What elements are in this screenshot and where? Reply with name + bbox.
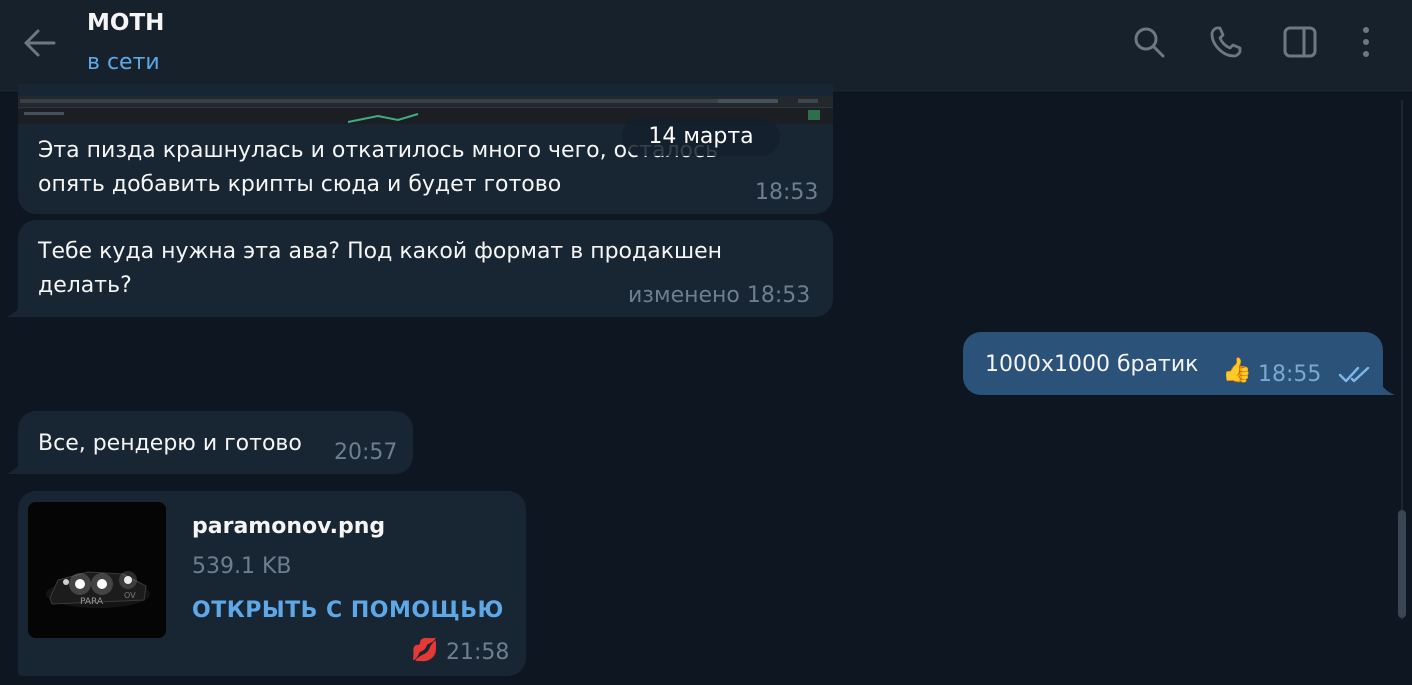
message-time: 18:53 — [755, 180, 819, 205]
bubble-tail — [6, 302, 22, 317]
call-button[interactable] — [1204, 20, 1248, 64]
chat-status: в сети — [87, 50, 160, 75]
more-vertical-icon — [1363, 27, 1369, 57]
message-text: Все, рендерю и готово — [38, 431, 302, 456]
search-button[interactable] — [1127, 20, 1171, 64]
file-size: 539.1 KB — [192, 554, 292, 579]
message-meta: изменено 18:53 — [628, 283, 810, 308]
file-thumbnail[interactable]: PARA OV — [28, 502, 166, 638]
scrollbar-thumb[interactable] — [1398, 510, 1406, 618]
sidebar-toggle-icon — [1283, 26, 1317, 58]
svg-text:OV: OV — [124, 591, 136, 600]
message-text: 1000x1000 братик — [985, 352, 1199, 377]
bubble-tail — [1379, 380, 1395, 395]
chat-header: МОТН в сети — [0, 0, 1412, 93]
back-button[interactable] — [18, 22, 60, 64]
bubble-tail — [6, 459, 22, 474]
chat-title[interactable]: МОТН — [87, 10, 164, 36]
phone-icon — [1210, 26, 1242, 58]
message-list[interactable]: Эта пизда крашнулась и откатилось много … — [0, 84, 1412, 685]
back-arrow-icon — [24, 29, 56, 57]
toggle-sidebar-button[interactable] — [1278, 20, 1322, 64]
car-render-image: PARA OV — [28, 502, 166, 638]
message-time: 18:53 — [746, 283, 811, 308]
search-icon — [1134, 27, 1165, 58]
more-options-button[interactable] — [1344, 20, 1388, 64]
message-time: 20:57 — [334, 440, 398, 465]
kiss-reaction[interactable]: 💋 — [411, 638, 438, 663]
svg-text:PARA: PARA — [80, 597, 104, 607]
open-with-button[interactable]: ОТКРЫТЬ С ПОМОЩЬЮ — [192, 598, 504, 623]
double-check-icon — [1338, 366, 1370, 383]
message-time: 18:55 — [1258, 362, 1322, 387]
file-name[interactable]: paramonov.png — [192, 514, 385, 539]
thumbs-up-reaction[interactable]: 👍 — [1222, 356, 1252, 384]
date-divider[interactable]: 14 марта — [622, 118, 780, 156]
message-time: 21:58 — [446, 640, 510, 665]
edited-label: изменено — [628, 283, 740, 308]
